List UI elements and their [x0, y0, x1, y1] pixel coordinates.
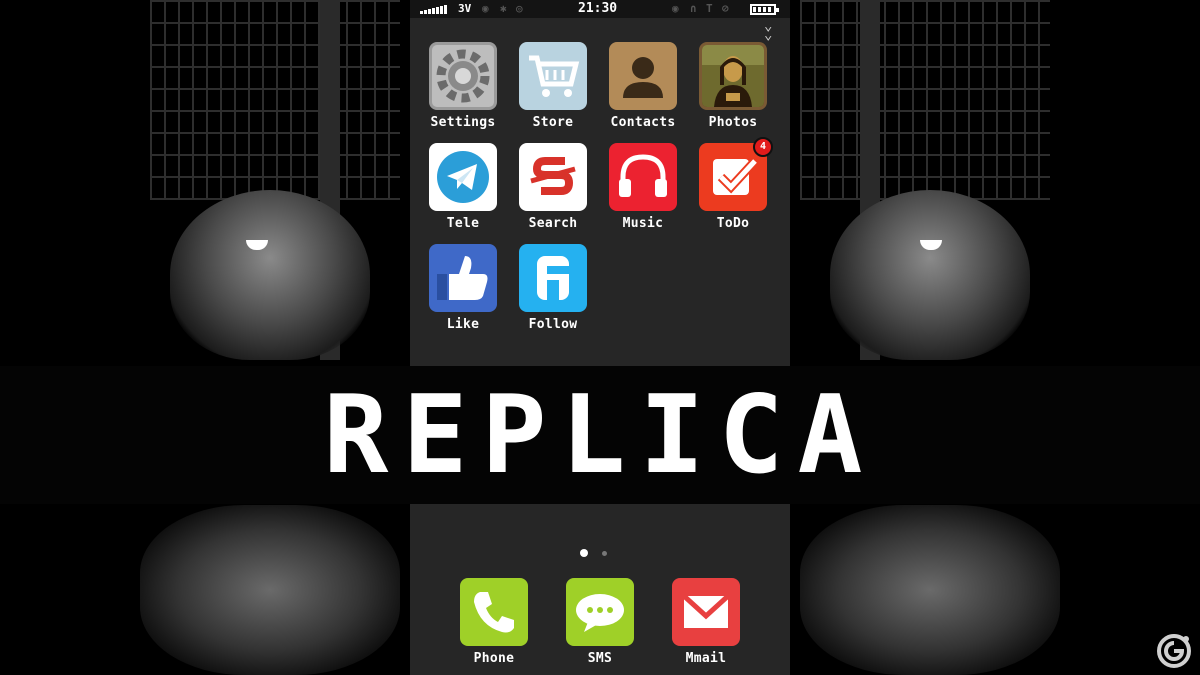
- search-s-icon: [519, 143, 587, 211]
- left-hand-shadow: [140, 505, 400, 675]
- headset-icon: ∩: [690, 2, 697, 15]
- gear-icon: [429, 42, 497, 110]
- app-label-follow: Follow: [528, 317, 578, 332]
- phone-handset-icon: [460, 578, 528, 646]
- page-dot-current[interactable]: [580, 549, 588, 557]
- network-label: 3V: [458, 2, 472, 15]
- app-label-search: Search: [528, 216, 578, 231]
- app-label-store: Store: [532, 115, 574, 130]
- sync-icon: ◎: [516, 2, 523, 15]
- headphones-icon: [609, 143, 677, 211]
- app-settings[interactable]: Settings: [418, 42, 508, 130]
- status-bar: 3V ◉ ✱ ◎ 21:30 ◉ ∩ T ⊘: [410, 0, 790, 18]
- site-watermark-logo: [1157, 634, 1191, 668]
- page-dot[interactable]: [602, 550, 607, 556]
- app-tele[interactable]: Tele: [418, 143, 508, 231]
- dock-sms[interactable]: SMS: [555, 578, 645, 666]
- dock-mmail[interactable]: Mmail: [661, 578, 751, 666]
- page-indicator[interactable]: [580, 549, 607, 557]
- clock: 21:30: [578, 1, 618, 16]
- vibrate-icon: T: [706, 2, 713, 15]
- envelope-icon: [672, 578, 740, 646]
- game-title: REPLICA: [323, 372, 877, 498]
- phone-screen: 3V ◉ ✱ ◎ 21:30 ◉ ∩ T ⊘ ⌄ ⌄ Settings Stor…: [410, 0, 790, 675]
- app-like[interactable]: Like: [418, 244, 508, 332]
- app-label-todo: ToDo: [716, 216, 750, 231]
- right-hand-shadow: [800, 505, 1060, 675]
- right-scaffold: [800, 0, 1050, 200]
- dock-label-phone: Phone: [473, 651, 515, 666]
- app-label-like: Like: [446, 317, 480, 332]
- wifi-icon: ◉: [482, 2, 489, 15]
- mute-icon: ⊘: [722, 2, 729, 15]
- left-scene: [0, 0, 400, 675]
- left-scaffold: [150, 0, 400, 200]
- notification-badge: 4: [753, 137, 773, 157]
- bluetooth-icon: ✱: [500, 2, 507, 15]
- right-scene: [800, 0, 1200, 675]
- dock-label-mmail: Mmail: [685, 651, 727, 666]
- shopping-cart-icon: [519, 42, 587, 110]
- app-store[interactable]: Store: [508, 42, 598, 130]
- app-music[interactable]: Music: [598, 143, 688, 231]
- battery-icon: [750, 4, 779, 15]
- alarm-icon: ◉: [672, 2, 679, 15]
- right-head-shadow: [830, 190, 1030, 360]
- app-follow[interactable]: Follow: [508, 244, 598, 332]
- app-label-settings: Settings: [430, 115, 496, 130]
- app-contacts[interactable]: Contacts: [598, 42, 688, 130]
- person-icon: [609, 42, 677, 110]
- app-label-contacts: Contacts: [610, 115, 676, 130]
- signal-icon: [420, 4, 447, 14]
- mona-lisa-photo-icon: [699, 42, 767, 110]
- thumbs-up-icon: [429, 244, 497, 312]
- app-photos[interactable]: Photos: [688, 42, 778, 130]
- dock-phone[interactable]: Phone: [449, 578, 539, 666]
- collapse-chevron-icon[interactable]: ⌄ ⌄: [764, 19, 772, 42]
- left-head-shadow: [170, 190, 370, 360]
- app-label-music: Music: [622, 216, 664, 231]
- app-todo[interactable]: 4 ToDo: [688, 137, 778, 231]
- paper-plane-icon: [429, 143, 497, 211]
- f-letter-icon: [519, 244, 587, 312]
- app-label-photos: Photos: [708, 115, 758, 130]
- dock-label-sms: SMS: [587, 651, 613, 666]
- app-label-tele: Tele: [446, 216, 480, 231]
- app-search[interactable]: Search: [508, 143, 598, 231]
- speech-bubble-icon: [566, 578, 634, 646]
